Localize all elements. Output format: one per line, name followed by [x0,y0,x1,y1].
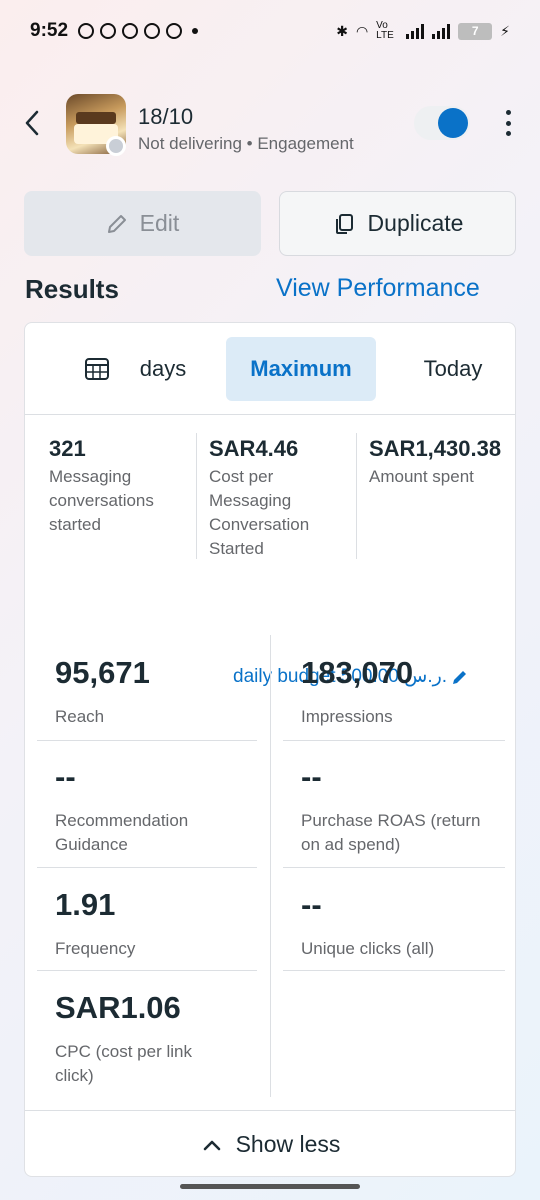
row-divider [283,867,505,868]
row-divider [37,867,257,868]
signal-icon [432,23,451,39]
row-divider [37,740,257,741]
date-range-tabs: days Maximum Today [25,323,515,415]
toggle-knob [438,108,468,138]
kpi-label: Amount spent [369,467,474,486]
whatsapp-icon [144,23,161,39]
edit-label: Edit [139,210,180,236]
charging-icon: ⚡ [500,22,510,39]
status-time: 9:52 [30,20,69,41]
ad-title: 18/10 [138,104,194,129]
metric-frequency: 1.91 Frequency [55,887,135,961]
bluetooth-icon: ✱ [336,22,348,39]
show-less-button[interactable]: Show less [25,1110,515,1176]
row-divider [283,740,505,741]
messenger-icon [166,23,183,39]
kpi-cost-per-conversation: SAR4.46 Cost per Messaging Conversation … [209,435,359,561]
metrics-column-divider [270,635,271,1097]
status-bar: 9:52 ✱ ◠ Vo LTE 7 ⚡ [0,0,540,62]
metric-label: Impressions [301,707,393,726]
metric-cpc: SAR1.06 CPC (cost per link click) [55,990,225,1088]
metric-value: -- [55,759,76,794]
metric-label: Recommendation Guidance [55,811,189,854]
row-divider [283,970,505,971]
chevron-up-icon [203,1140,220,1150]
row-divider [37,970,257,971]
results-card: days Maximum Today 321 Messaging convers… [24,322,516,1177]
notification-icons [78,23,199,39]
kpi-value: 321 [49,436,86,461]
metric-label: Reach [55,707,105,726]
metric-value: 183,070 [301,655,414,690]
kpi-value: SAR4.46 [209,436,299,461]
metric-value: SAR1.06 [55,990,181,1025]
duplicate-button[interactable]: Duplicate [279,191,516,256]
metric-value: -- [301,887,322,922]
instagram-icon [122,23,139,39]
kpi-conversations: 321 Messaging conversations started [49,435,199,537]
duplicate-label: Duplicate [367,210,464,236]
calendar-icon [84,358,109,380]
metric-impressions: 183,070 Impressions [301,655,413,729]
kpi-divider [196,433,197,559]
whatsapp-icon [78,23,95,39]
ad-subtitle: Not delivering • Engagement [138,134,354,153]
more-options-icon[interactable] [498,108,518,138]
metric-recommendation: -- Recommendation Guidance [55,759,235,857]
tab-days[interactable]: days [45,337,225,401]
status-right: ✱ ◠ Vo LTE 7 ⚡ [336,21,510,41]
metric-unique-clicks: -- Unique clicks (all) [301,887,434,961]
delivery-status-dot [106,136,126,156]
battery-icon: 7 [458,22,493,40]
more-notifications-icon [192,28,199,34]
home-indicator[interactable] [180,1184,360,1189]
tab-today[interactable]: Today [393,337,513,401]
kpi-amount-spent: SAR1,430.38 Amount spent [369,435,509,489]
kpi-divider [356,433,357,559]
kpi-label: Cost per Messaging Conversation Started [209,467,310,558]
ad-status-toggle[interactable] [414,106,470,140]
wifi-icon: ◠ [355,22,369,39]
metric-label: Frequency [55,939,136,958]
metric-label: Unique clicks (all) [301,939,435,958]
metric-value: -- [301,759,322,794]
network-label: Vo LTE [376,20,394,41]
metrics-grid: 95,671 Reach 183,070 Impressions -- Reco… [25,635,515,1110]
view-performance-link[interactable]: View Performance [276,274,480,303]
kpi-label: Messaging conversations started [49,467,154,534]
results-title: Results [25,274,119,304]
back-arrow-icon[interactable] [22,108,42,138]
signal-icon [406,23,425,39]
duplicate-icon [335,213,353,234]
kpi-value: SAR1,430.38 [369,436,502,461]
ad-header: 18/10 Not delivering • Engagement [0,90,540,160]
metric-reach: 95,671 Reach [55,655,150,729]
show-less-label: Show less [235,1131,341,1157]
metric-value: 95,671 [55,655,150,690]
edit-button[interactable]: Edit [24,191,261,256]
metric-label: Purchase ROAS (return on ad spend) [301,811,481,854]
kpi-summary: 321 Messaging conversations started SAR4… [25,415,515,687]
metric-value: 1.91 [55,887,116,922]
thumbnail-headboard [76,112,116,124]
tab-days-label: days [139,356,187,381]
chat-icon [100,23,117,39]
pencil-icon [107,214,126,233]
tab-maximum[interactable]: Maximum [226,337,376,401]
metric-label: CPC (cost per link click) [55,1042,192,1085]
metric-purchase-roas: -- Purchase ROAS (return on ad spend) [301,759,481,857]
